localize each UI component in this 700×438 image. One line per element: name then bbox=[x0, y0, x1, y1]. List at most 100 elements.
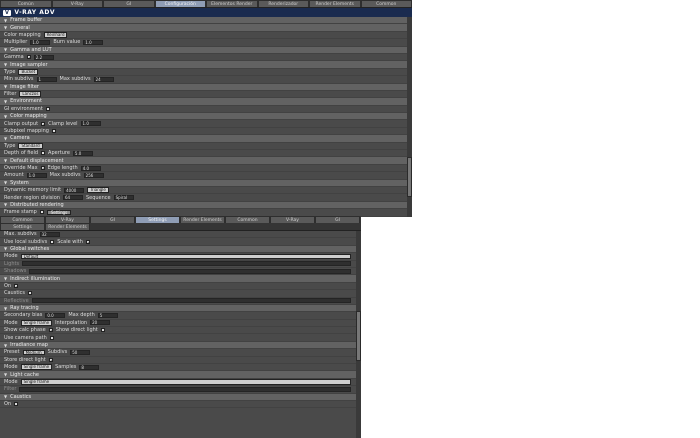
collapse-icon: ▼ bbox=[4, 276, 8, 282]
settings-rows: ▼ General Color mapping Reinhard Multiplier 1… bbox=[0, 24, 412, 217]
setting-label: Store direct light bbox=[4, 356, 46, 363]
rollout-header[interactable]: ▼ Irradiance map bbox=[0, 341, 361, 350]
dropdown[interactable]: Lanczos bbox=[19, 91, 42, 97]
checkbox[interactable] bbox=[41, 151, 46, 156]
checkbox[interactable] bbox=[28, 291, 33, 296]
value-field[interactable]: 4000 bbox=[64, 187, 85, 193]
checkbox[interactable] bbox=[51, 129, 56, 134]
setting-label: Reflective bbox=[4, 297, 29, 304]
setting-label: Amount bbox=[4, 172, 24, 179]
setting-row: On bbox=[0, 401, 361, 409]
value-field[interactable]: 5 bbox=[97, 312, 118, 318]
rollout-header[interactable]: ▼ Global switches bbox=[0, 245, 361, 254]
dropdown[interactable]: Single frame bbox=[20, 320, 53, 326]
value-field[interactable] bbox=[22, 261, 351, 267]
checkbox[interactable] bbox=[40, 166, 45, 170]
value-field[interactable]: 1.0 bbox=[83, 39, 104, 45]
checkbox[interactable] bbox=[14, 283, 19, 288]
rollout-header[interactable]: ▼ Caustics bbox=[0, 393, 361, 401]
value-field[interactable] bbox=[29, 268, 351, 274]
render-tabs: Común V-Ray GI Configuración Elementos Rende… bbox=[0, 0, 412, 8]
checkbox[interactable] bbox=[14, 402, 19, 407]
checkbox[interactable] bbox=[26, 55, 31, 60]
rollout-header[interactable]: ▼ Indirect illumination bbox=[0, 275, 361, 283]
checkbox[interactable] bbox=[48, 328, 53, 333]
rollout-header[interactable]: ▼ Light cache bbox=[0, 371, 361, 379]
checkbox[interactable] bbox=[41, 121, 46, 126]
tab-1[interactable]: V-Ray bbox=[45, 216, 90, 223]
value-field[interactable]: 24 bbox=[93, 76, 114, 82]
value-field[interactable]: 32 bbox=[39, 231, 60, 237]
rollout-header[interactable]: ▼ System bbox=[0, 179, 412, 187]
rollout-header[interactable]: ▼ Distributed rendering bbox=[0, 201, 412, 210]
value-field[interactable]: 1.0 bbox=[30, 39, 51, 45]
dropdown[interactable]: Default bbox=[20, 253, 351, 260]
dropdown[interactable]: Reinhard bbox=[43, 32, 68, 38]
rollout-header[interactable]: ▼ General bbox=[0, 24, 412, 32]
tab-0[interactable]: Common bbox=[0, 216, 45, 223]
rollout-header[interactable]: ▼ Camera bbox=[0, 135, 412, 143]
tab-9[interactable]: Render Elements bbox=[45, 223, 90, 230]
scrollbar[interactable] bbox=[356, 231, 361, 438]
dropdown[interactable]: Standard bbox=[18, 143, 43, 149]
value-field[interactable]: 0.0 bbox=[45, 312, 66, 318]
setting-row: Type Standard bbox=[0, 143, 412, 151]
rollout-header[interactable]: ▼ Ray tracing bbox=[0, 304, 361, 313]
checkbox[interactable] bbox=[50, 239, 55, 244]
tab-6[interactable]: Render Elements bbox=[309, 0, 361, 7]
scrollbar[interactable] bbox=[407, 17, 412, 217]
value-field[interactable]: 20 bbox=[90, 320, 111, 326]
tab-8[interactable]: Settings bbox=[0, 223, 45, 230]
dropdown[interactable]: Bucket bbox=[18, 69, 39, 75]
tab-2[interactable]: GI bbox=[90, 216, 135, 223]
scrollbar-thumb[interactable] bbox=[356, 311, 361, 361]
setting-label: Gamma bbox=[4, 54, 24, 61]
rollout-header[interactable]: ▼ Image filter bbox=[0, 83, 412, 91]
value-field[interactable]: 64 bbox=[62, 195, 83, 201]
checkbox[interactable] bbox=[48, 357, 53, 362]
dropdown[interactable]: Single frame bbox=[20, 364, 53, 370]
tab-4[interactable]: Render Elements bbox=[180, 216, 225, 223]
rollout-header[interactable]: ▼ Gamma and LUT bbox=[0, 46, 412, 54]
value-field[interactable]: 5.0 bbox=[72, 150, 93, 156]
tab-5[interactable]: Renderizador bbox=[257, 0, 309, 7]
setting-row: Shadows bbox=[0, 268, 361, 276]
checkbox[interactable] bbox=[85, 239, 90, 244]
tab-2[interactable]: GI bbox=[103, 0, 155, 7]
tab-0[interactable]: Común bbox=[0, 0, 52, 7]
checkbox[interactable] bbox=[45, 106, 50, 111]
value-field[interactable]: 8 bbox=[79, 364, 100, 370]
dropdown[interactable]: Triangle bbox=[87, 187, 109, 193]
checkbox[interactable] bbox=[100, 328, 105, 333]
settings-button[interactable]: Settings bbox=[46, 209, 72, 216]
rollout-header[interactable]: ▼ Environment bbox=[0, 98, 412, 106]
tab-7[interactable]: GI bbox=[315, 216, 360, 223]
tab-5[interactable]: Common bbox=[225, 216, 270, 223]
value-field[interactable]: Spiral bbox=[113, 195, 134, 201]
value-field[interactable]: 1.0 bbox=[80, 121, 101, 127]
tab-6[interactable]: V-Ray bbox=[270, 216, 315, 223]
setting-row: Show calc phase Show direct light bbox=[0, 327, 361, 335]
tab-7[interactable]: Common bbox=[360, 0, 412, 7]
value-field[interactable]: 50 bbox=[70, 349, 91, 355]
dropdown[interactable]: Single frame bbox=[20, 379, 351, 385]
tab-4[interactable]: Elementos Render bbox=[206, 0, 258, 7]
tab-1[interactable]: V-Ray bbox=[51, 0, 103, 7]
value-field[interactable]: 4.0 bbox=[80, 165, 101, 171]
value-field[interactable]: 256 bbox=[83, 172, 104, 178]
panel-title[interactable]: ▼ Frame buffer bbox=[0, 17, 412, 25]
dropdown[interactable]: Medium bbox=[22, 349, 45, 356]
checkbox[interactable] bbox=[49, 335, 54, 340]
tab-3[interactable]: Configuración bbox=[154, 0, 206, 7]
value-field[interactable]: 1.0 bbox=[26, 172, 47, 178]
tab-3[interactable]: Settings bbox=[135, 216, 180, 223]
rollout-header[interactable]: ▼ Default displacement bbox=[0, 157, 412, 165]
value-field[interactable] bbox=[19, 386, 351, 392]
value-field[interactable]: 1 bbox=[36, 76, 57, 82]
checkbox[interactable] bbox=[39, 210, 44, 215]
scrollbar-thumb[interactable] bbox=[407, 157, 412, 197]
rollout-header[interactable]: ▼ Color mapping bbox=[0, 113, 412, 121]
value-field[interactable] bbox=[31, 298, 351, 304]
rollout-header[interactable]: ▼ Image sampler bbox=[0, 61, 412, 69]
value-field[interactable]: 2.2 bbox=[33, 54, 54, 60]
